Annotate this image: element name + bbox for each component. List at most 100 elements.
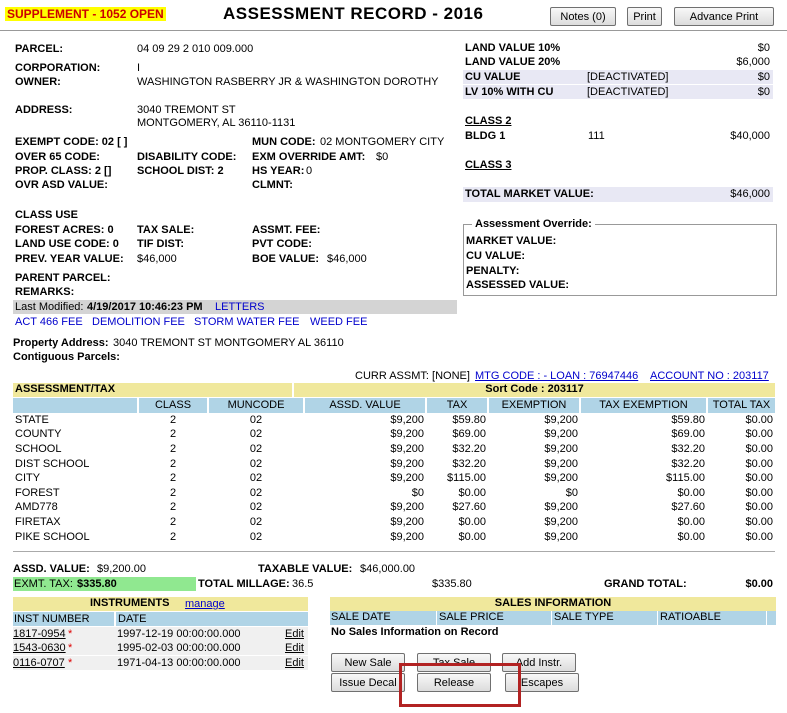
parent-parcel-label: PARENT PARCEL: bbox=[15, 272, 111, 284]
act466-fee-link[interactable]: ACT 466 FEE bbox=[15, 316, 83, 328]
hs-year-value: 0 bbox=[306, 165, 313, 177]
sales-col-date: SALE DATE bbox=[331, 611, 391, 623]
sales-empty-message: No Sales Information on Record bbox=[331, 626, 499, 638]
table-row: CITY 2 02 $9,200 $115.00 $9,200 $115.00 $0.00 bbox=[13, 471, 775, 486]
tax-total: $0.00 bbox=[745, 501, 773, 514]
table-row: STATE 2 02 $9,200 $59.80 $9,200 $59.80 $0.00 bbox=[13, 413, 775, 428]
tax-class: 2 bbox=[169, 530, 177, 543]
tax-tax-exemption: $0.00 bbox=[677, 530, 705, 543]
corporation-label: CORPORATION: bbox=[15, 62, 101, 74]
tax-tax: $0.00 bbox=[458, 530, 486, 543]
notes-button[interactable]: Notes (0) bbox=[550, 7, 616, 26]
table-row: DIST SCHOOL 2 02 $9,200 $32.20 $9,200 $32.20 $0… bbox=[13, 456, 775, 471]
table-row: AMD778 2 02 $9,200 $27.60 $9,200 $27.60 $0.00 bbox=[13, 500, 775, 515]
tax-tax: $32.20 bbox=[452, 443, 486, 456]
tif-dist-label: TIF DIST: bbox=[137, 238, 185, 250]
hs-year-label: HS YEAR: bbox=[252, 165, 305, 177]
tax-tax: $0.00 bbox=[458, 516, 486, 529]
instrument-number-link[interactable]: 1817-0954 bbox=[13, 628, 66, 640]
sales-col-divider bbox=[766, 611, 767, 625]
tax-name: CITY bbox=[15, 472, 41, 485]
storm-water-fee-link[interactable]: STORM WATER FEE bbox=[194, 316, 300, 328]
last-modified-value: 4/19/2017 10:46:23 PM bbox=[87, 301, 203, 313]
total-millage-label: TOTAL MILLAGE: bbox=[198, 578, 290, 590]
instrument-edit-link[interactable]: Edit bbox=[285, 642, 304, 654]
taxable-value: $46,000.00 bbox=[360, 563, 416, 575]
mun-code-value: 02 MONTGOMERY CITY bbox=[320, 136, 445, 148]
tax-tax-exemption: $59.80 bbox=[671, 413, 705, 426]
exmt-tax-label: EXMT. TAX: bbox=[14, 578, 73, 590]
exm-override-value: $0 bbox=[376, 151, 389, 163]
tax-total: $0.00 bbox=[745, 413, 773, 426]
tax-name: FIRETAX bbox=[15, 516, 61, 529]
tax-total: $0.00 bbox=[745, 443, 773, 456]
page-title: ASSESSMENT RECORD - 2016 bbox=[223, 4, 484, 23]
mtg-code-link[interactable]: MTG CODE : - LOAN : 76947446 bbox=[475, 370, 638, 382]
account-link[interactable]: ACCOUNT NO : 203117 bbox=[650, 370, 769, 382]
table-row: PIKE SCHOOL 2 02 $9,200 $0.00 $9,200 $0.00 $0.0… bbox=[13, 529, 775, 544]
exmt-tax-value: $335.80 bbox=[77, 578, 117, 590]
instrument-edit-link[interactable]: Edit bbox=[285, 657, 304, 669]
sales-col-ratioable: RATIOABLE bbox=[660, 611, 721, 623]
instruments-col-divider bbox=[114, 612, 116, 626]
forest-acres: FOREST ACRES: 0 bbox=[15, 224, 114, 236]
status-badge: SUPPLEMENT - 1052 OPEN bbox=[5, 7, 166, 21]
last-modified-label: Last Modified: bbox=[15, 301, 84, 313]
weed-fee-link[interactable]: WEED FEE bbox=[310, 316, 367, 328]
lv10-cu-status: [DEACTIVATED] bbox=[587, 86, 669, 98]
table-row: SCHOOL 2 02 $9,200 $32.20 $9,200 $32.20 $0.00 bbox=[13, 442, 775, 457]
tax-assd: $9,200 bbox=[390, 472, 424, 485]
tax-mun: 02 bbox=[249, 501, 263, 514]
school-dist: SCHOOL DIST: 2 bbox=[137, 165, 224, 177]
tax-total: $0.00 bbox=[745, 428, 773, 441]
owner-value: WASHINGTON RASBERRY JR & WASHINGTON DORO… bbox=[137, 76, 439, 88]
advance-print-button[interactable]: Advance Print bbox=[674, 7, 774, 26]
instruments-manage-link[interactable]: manage bbox=[185, 598, 225, 610]
issue-decal-button[interactable]: Issue Decal bbox=[331, 673, 405, 692]
instrument-number-link[interactable]: 1543-0630 bbox=[13, 642, 66, 654]
address-label: ADDRESS: bbox=[15, 104, 73, 116]
tax-exemption: $9,200 bbox=[544, 472, 578, 485]
tax-assd: $9,200 bbox=[390, 428, 424, 441]
tax-exemption: $9,200 bbox=[544, 501, 578, 514]
tax-tax: $69.00 bbox=[452, 428, 486, 441]
add-instr-button[interactable]: Add Instr. bbox=[502, 653, 576, 672]
new-sale-button[interactable]: New Sale bbox=[331, 653, 405, 672]
boe-value: $46,000 bbox=[327, 253, 367, 265]
table-row: FOREST 2 02 $0 $0.00 $0 $0.00 $0.00 bbox=[13, 486, 775, 501]
assmt-fee-label: ASSMT. FEE: bbox=[252, 224, 321, 236]
tax-exemption: $9,200 bbox=[544, 428, 578, 441]
land-value-10-value: $0 bbox=[757, 42, 770, 54]
tax-mun: 02 bbox=[249, 443, 263, 456]
sales-col-type: SALE TYPE bbox=[554, 611, 614, 623]
tax-tax-exemption: $32.20 bbox=[671, 443, 705, 456]
tax-class: 2 bbox=[169, 443, 177, 456]
owner-label: OWNER: bbox=[15, 76, 61, 88]
tax-tax-exemption: $0.00 bbox=[677, 486, 705, 499]
instruments-col-date: DATE bbox=[118, 613, 147, 625]
instrument-edit-link[interactable]: Edit bbox=[285, 628, 304, 640]
contiguous-parcels-label: Contiguous Parcels: bbox=[13, 351, 120, 363]
tax-col-name bbox=[13, 398, 138, 413]
ovr-asd-label: OVR ASD VALUE: bbox=[15, 179, 108, 191]
address-line2: MONTGOMERY, AL 36110-1131 bbox=[137, 117, 296, 129]
tax-exemption: $9,200 bbox=[544, 457, 578, 470]
instrument-number-link[interactable]: 0116-0707 bbox=[13, 657, 65, 669]
release-button[interactable]: Release bbox=[417, 673, 491, 692]
escapes-button[interactable]: Escapes bbox=[505, 673, 579, 692]
exempt-code: EXEMPT CODE: 02 [ ] bbox=[15, 136, 128, 148]
tax-tax-exemption: $27.60 bbox=[671, 501, 705, 514]
cu-value-amount: $0 bbox=[757, 71, 770, 83]
tax-col-tax: TAX bbox=[425, 398, 488, 413]
tax-sale-button[interactable]: Tax Sale bbox=[417, 653, 491, 672]
letters-link[interactable]: LETTERS bbox=[215, 301, 265, 313]
instruments-col-number: INST NUMBER bbox=[14, 613, 90, 625]
tax-col-total: TOTAL TAX bbox=[706, 398, 775, 413]
lv10-cu-amount: $0 bbox=[757, 86, 770, 98]
taxable-value-label: TAXABLE VALUE: bbox=[258, 563, 353, 575]
print-button[interactable]: Print bbox=[627, 7, 662, 26]
tax-class: 2 bbox=[169, 472, 177, 485]
grand-total-value: $0.00 bbox=[745, 578, 773, 590]
demolition-fee-link[interactable]: DEMOLITION FEE bbox=[92, 316, 185, 328]
land-value-20-value: $6,000 bbox=[736, 56, 770, 68]
